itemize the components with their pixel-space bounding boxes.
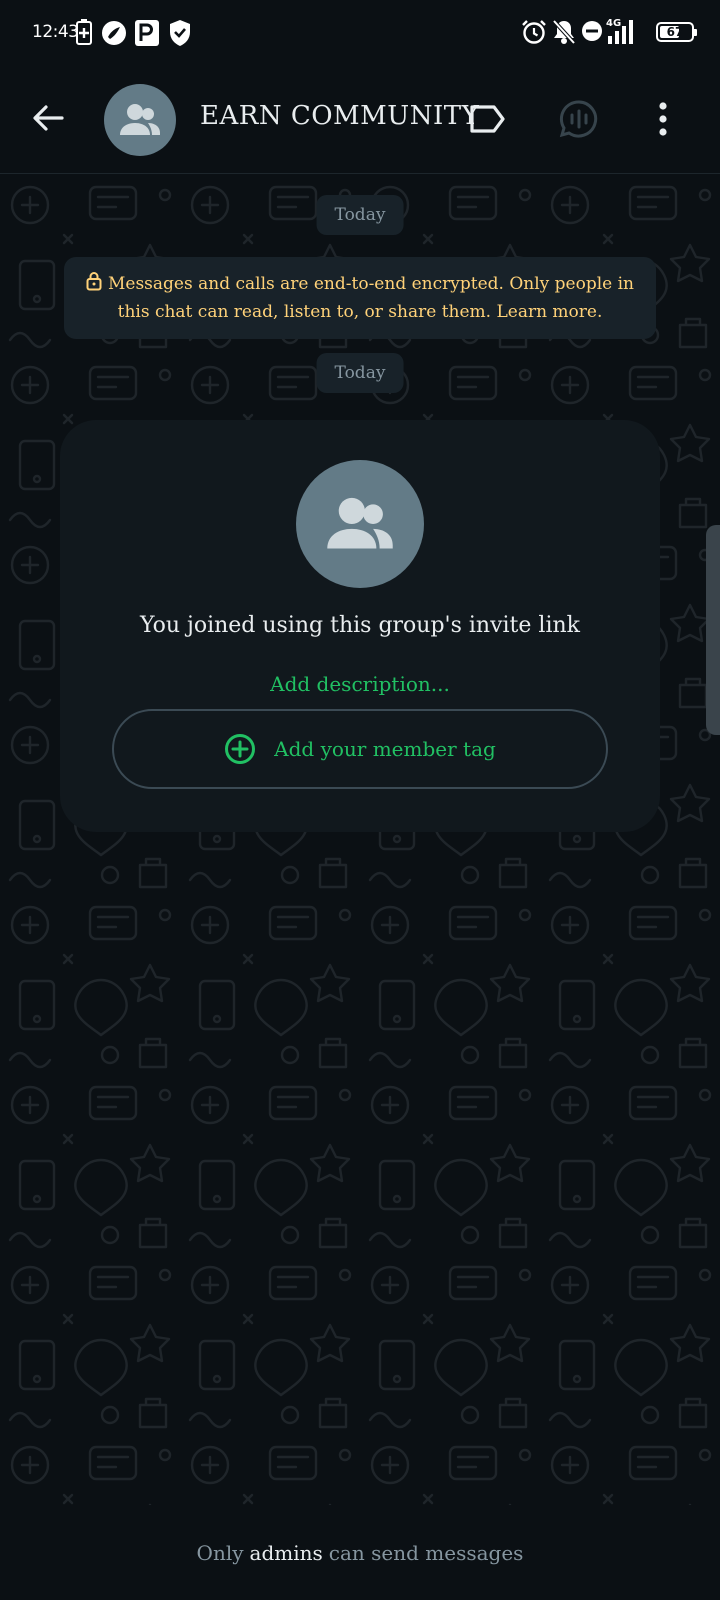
group-avatar-large[interactable] <box>296 460 424 588</box>
add-member-tag-label: Add your member tag <box>274 737 496 761</box>
signal-4g-icon: 4G <box>606 16 640 46</box>
footer-suffix: can send messages <box>328 1540 524 1565</box>
chat-screen: 12:43 4G 67 EARN COMMUNITY Today Message… <box>0 0 720 1600</box>
mute-bell-icon <box>552 19 576 45</box>
encryption-notice-text: Messages and calls are end-to-end encryp… <box>107 274 635 322</box>
joined-via-link-text: You joined using this group's invite lin… <box>140 613 580 638</box>
add-description-link[interactable]: Add description... <box>60 672 660 696</box>
group-avatar[interactable] <box>104 84 176 156</box>
app-notification-icon <box>100 19 128 47</box>
add-member-tag-button[interactable]: Add your member tag <box>112 709 608 789</box>
lock-icon <box>86 271 102 299</box>
voice-chat-button[interactable] <box>556 96 602 142</box>
label-icon <box>470 105 505 133</box>
battery-saver-icon <box>76 19 92 45</box>
encryption-notice[interactable]: Messages and calls are end-to-end encryp… <box>64 257 656 339</box>
label-button[interactable] <box>464 96 510 142</box>
do-not-disturb-icon <box>581 19 603 43</box>
arrow-left-icon <box>33 105 64 131</box>
edge-panel-handle[interactable] <box>706 525 720 735</box>
date-pill: Today <box>316 195 404 235</box>
more-options-button[interactable] <box>640 96 686 142</box>
battery-percent: 67 <box>666 25 684 39</box>
back-button[interactable] <box>28 98 68 138</box>
shield-icon <box>168 19 192 47</box>
network-type: 4G <box>606 18 621 29</box>
status-time: 12:43 <box>32 22 79 42</box>
group-info-card: You joined using this group's invite lin… <box>60 420 660 832</box>
chat-area[interactable]: Today Messages and calls are end-to-end … <box>0 175 720 1505</box>
date-pill: Today <box>316 353 404 393</box>
parking-app-icon <box>134 19 160 47</box>
alarm-icon <box>521 19 547 45</box>
chat-header: EARN COMMUNITY <box>0 66 720 174</box>
more-vertical-icon <box>659 102 667 136</box>
footer-admins: admins <box>249 1540 323 1565</box>
status-bar: 12:43 4G 67 <box>0 0 720 66</box>
group-avatar-icon <box>120 104 160 135</box>
add-circle-icon <box>225 734 256 764</box>
battery-indicator: 67 <box>656 22 697 42</box>
group-title[interactable]: EARN COMMUNITY <box>200 101 479 131</box>
voice-chat-icon <box>559 100 598 138</box>
group-avatar-icon <box>327 497 393 549</box>
admins-only-footer: Only admins can send messages <box>0 1505 720 1600</box>
footer-prefix: Only <box>196 1540 244 1565</box>
